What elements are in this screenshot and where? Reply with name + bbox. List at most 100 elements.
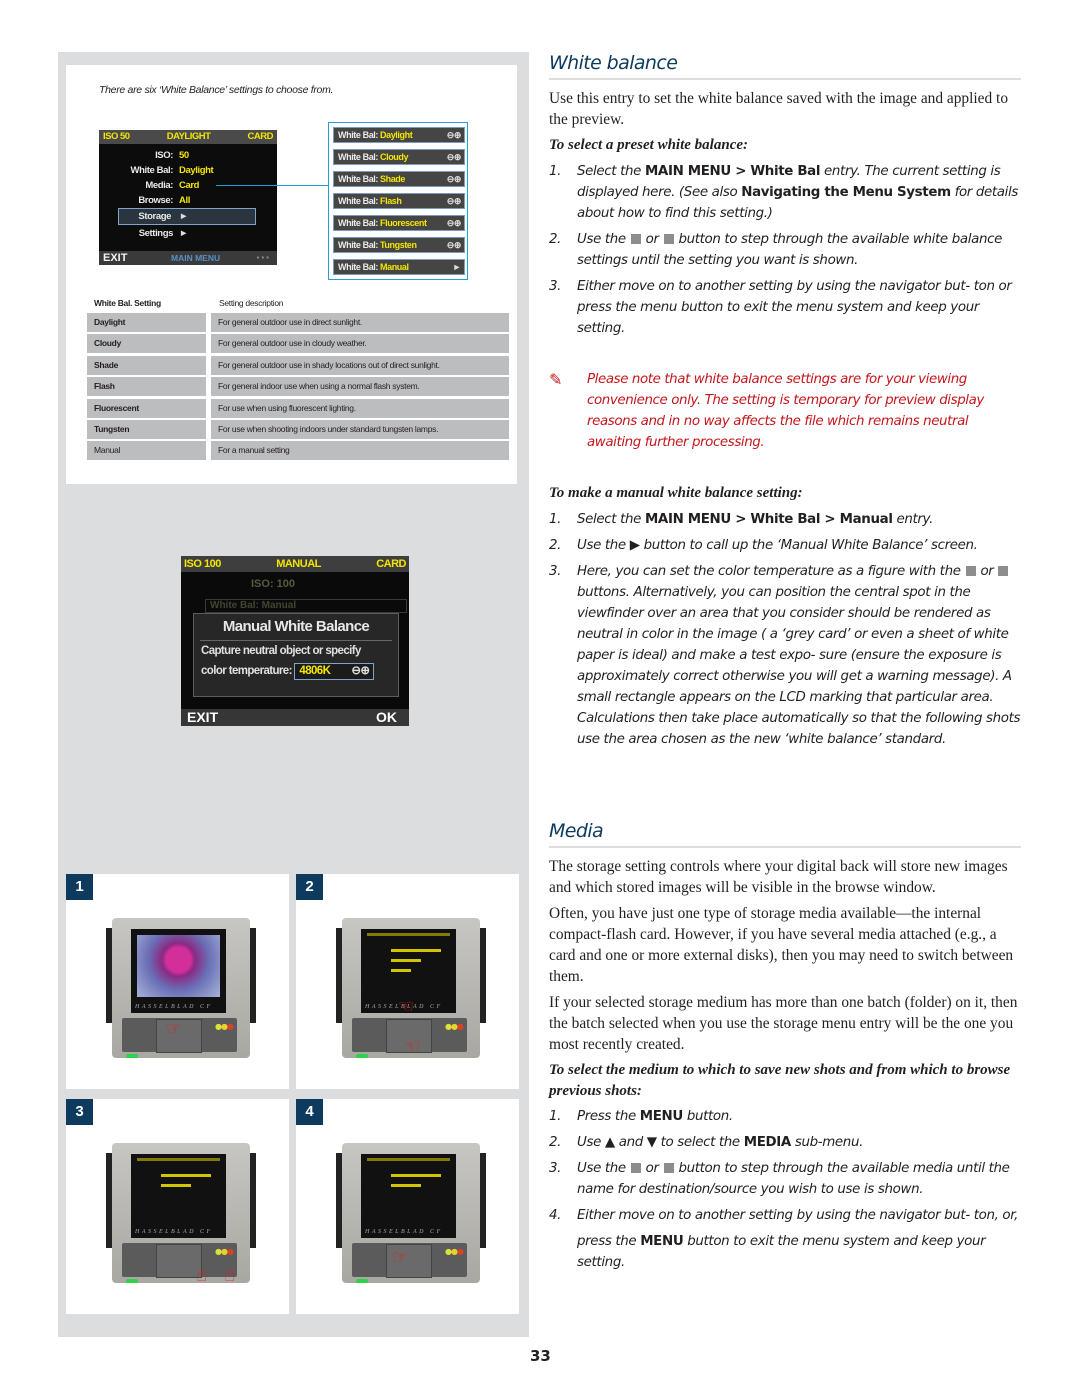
table-row: Daylight For general outdoor use in direc… xyxy=(87,313,509,332)
temperature-field: 4806K ⊖⊕ xyxy=(294,663,375,680)
manual-white-balance-screen: ISO 100 MANUAL CARD ISO: 100 White Bal: … xyxy=(181,556,409,726)
step-badge: 4 xyxy=(296,1099,323,1125)
table-header: White Bal. Setting Setting description xyxy=(87,293,509,313)
section-title-media: Media xyxy=(549,820,1021,848)
note-callout: ✎ Please note that white balance setting… xyxy=(549,369,1021,453)
ghost-wb-row: White Bal: Manual xyxy=(205,599,407,613)
pointing-hand-icon: ☞ xyxy=(392,1247,409,1268)
lcd-bottom-bar: EXIT OK xyxy=(181,709,409,726)
lcd-status-bar: ISO 50 DAYLIGHT CARD xyxy=(99,130,277,144)
plus-button-icon xyxy=(965,566,976,576)
wb-option: White Bal: Manual ► xyxy=(333,259,465,275)
column-header-setting: White Bal. Setting xyxy=(94,298,161,308)
minus-button-icon xyxy=(663,1163,674,1173)
white-balance-intro: Use this entry to set the white balance … xyxy=(549,90,1009,128)
brand-label: HASSELBLAD CF xyxy=(131,1227,226,1238)
status-leds: ●●● xyxy=(215,1022,234,1031)
flower-photo xyxy=(137,935,220,997)
lcd-wb-mode: DAYLIGHT xyxy=(166,131,211,142)
list-item: 4. Either move on to another setting by u… xyxy=(549,1208,1019,1223)
list-item: 2. Use ▲ and ▼ to select the MEDIA sub-me… xyxy=(549,1135,863,1150)
plus-button-icon xyxy=(630,1163,641,1173)
down-arrow-icon: ▼ xyxy=(646,1135,657,1150)
list-item: press the MENU button to exit the menu s… xyxy=(577,1234,986,1270)
play-arrow-icon: ▶ xyxy=(629,538,640,553)
media-paragraph: If your selected storage medium has more… xyxy=(549,994,1018,1053)
up-arrow-icon: ▲ xyxy=(604,1135,615,1150)
list-item: 3. Either move on to another setting by u… xyxy=(549,279,1012,336)
lcd-row-white-bal: White Bal: Daylight xyxy=(130,165,214,176)
table-row: Fluorescent For use when using fluorescen… xyxy=(87,398,509,418)
manual-heading: To make a manual white balance setting: xyxy=(549,485,803,501)
white-balance-options-list: White Bal: Daylight ⊖⊕ White Bal: Cloudy ⊖⊕ … xyxy=(328,122,468,280)
wb-option: White Bal: Shade ⊖⊕ xyxy=(333,171,465,187)
exit-softkey-label: EXIT xyxy=(187,709,219,725)
column-header-description: Setting description xyxy=(219,298,284,308)
page-number: 33 xyxy=(530,1347,551,1365)
lcd-row-settings: Settings ► xyxy=(138,228,189,239)
ok-softkey-label: OK xyxy=(376,709,397,725)
menu-lcd-screenshot: ISO 50 DAYLIGHT CARD ISO: 50 White Bal: Da… xyxy=(99,130,277,265)
wb-option: White Bal: Cloudy ⊖⊕ xyxy=(333,149,465,165)
manual-steps: 1. Select the MAIN MENU > White Bal > Man… xyxy=(549,509,1021,750)
arrow-right-icon: ► xyxy=(452,262,461,272)
minus-button-icon xyxy=(998,566,1009,576)
camera-back-image: HASSELBLAD CF ●●● ☜ ☜ xyxy=(336,918,486,1058)
wb-option: White Bal: Daylight ⊖⊕ xyxy=(333,127,465,143)
pointing-hand-icon: ☜ xyxy=(404,1036,421,1057)
figure-caption: There are six ‘White Balance’ settings t… xyxy=(99,84,334,96)
media-paragraph: Often, you have just one type of storage… xyxy=(549,905,1014,985)
pointing-hand-icon: ☜ xyxy=(398,996,415,1017)
white-balance-section: White balance Use this entry to set the … xyxy=(549,52,1021,339)
minus-plus-icon: ⊖⊕ xyxy=(446,174,462,184)
media-steps: 1. Press the MENU button. 2. Use ▲ and ▼ t… xyxy=(549,1106,1021,1273)
brand-label: HASSELBLAD CF xyxy=(361,1227,456,1238)
table-row: Cloudy For general outdoor use in cloudy … xyxy=(87,334,509,354)
white-balance-table: White Bal. Setting Setting description D… xyxy=(87,293,509,463)
media-steps-heading: To select the medium to which to save ne… xyxy=(549,1062,1011,1099)
minus-plus-icon: ⊖⊕ xyxy=(446,218,462,228)
table-row: Manual For a manual setting xyxy=(87,441,509,461)
preset-heading: To select a preset white balance: xyxy=(549,137,748,153)
section-title-white-balance: White balance xyxy=(549,52,1021,80)
lcd-row-iso: ISO: 50 xyxy=(155,150,189,161)
wb-option: White Bal: Tungsten ⊖⊕ xyxy=(333,237,465,253)
lcd-row-browse: Browse: All xyxy=(138,195,190,206)
dialog-instruction: Capture neutral object or specify xyxy=(201,645,361,657)
wb-option: White Bal: Flash ⊖⊕ xyxy=(333,193,465,209)
lcd-media: CARD xyxy=(247,131,274,142)
camera-back-image: HASSELBLAD CF ●●● ☞ xyxy=(106,918,256,1058)
list-item: 1. Select the MAIN MENU > White Bal entry… xyxy=(549,164,1019,221)
list-item: 1. Select the MAIN MENU > White Bal > Man… xyxy=(549,512,933,527)
lcd-bottom-bar: EXIT MAIN MENU ▪▪▪ xyxy=(99,251,277,265)
minus-plus-icon: ⊖⊕ xyxy=(446,196,462,206)
manual-white-balance-block: To make a manual white balance setting: … xyxy=(549,483,1021,750)
figure-column: There are six ‘White Balance’ settings t… xyxy=(58,52,529,1337)
lcd-main-menu-label: MAIN MENU xyxy=(171,253,221,263)
lcd-status-bar: ISO 100 MANUAL CARD xyxy=(181,556,409,572)
minus-plus-icon: ⊖⊕ xyxy=(351,665,370,677)
pointing-hand-icon: ☞ xyxy=(166,1018,183,1039)
note-text: Please note that white balance settings … xyxy=(587,372,984,450)
lcd-exit-label: EXIT xyxy=(103,252,128,264)
list-item: 2. Use the or button to step through the … xyxy=(549,232,1003,268)
lcd-iso: ISO 50 xyxy=(103,131,130,142)
lcd-dots: ▪▪▪ xyxy=(256,253,271,262)
minus-plus-icon: ⊖⊕ xyxy=(446,152,462,162)
pencil-icon: ✎ xyxy=(549,370,563,389)
list-item: 1. Press the MENU button. xyxy=(549,1109,733,1124)
table-row: Flash For general indoor use when using a… xyxy=(87,377,509,397)
media-section: Media The storage setting controls where… xyxy=(549,820,1021,1273)
list-item: 3. Here, you can set the color temperatur… xyxy=(549,564,1021,747)
pointing-hand-icon: ☝ xyxy=(224,1265,235,1286)
plus-button-icon xyxy=(630,234,641,244)
minus-plus-icon: ⊖⊕ xyxy=(446,240,462,250)
dialog-temperature-row: color temperature: 4806K ⊖⊕ xyxy=(194,661,398,681)
step-photo-4: 4 HASSELBLAD CF ●●● ☞ xyxy=(296,1099,519,1314)
preset-steps: 1. Select the MAIN MENU > White Bal entry… xyxy=(549,161,1021,339)
camera-back-image: HASSELBLAD CF ●●● ☞ xyxy=(336,1143,486,1283)
camera-back-image: HASSELBLAD CF ●●● ☝ ☝ xyxy=(106,1143,256,1286)
brand-label: HASSELBLAD CF xyxy=(131,1002,226,1013)
ghost-iso-row: ISO: 100 xyxy=(251,578,296,590)
manual-wb-dialog: Manual White Balance Capture neutral obj… xyxy=(193,613,399,697)
